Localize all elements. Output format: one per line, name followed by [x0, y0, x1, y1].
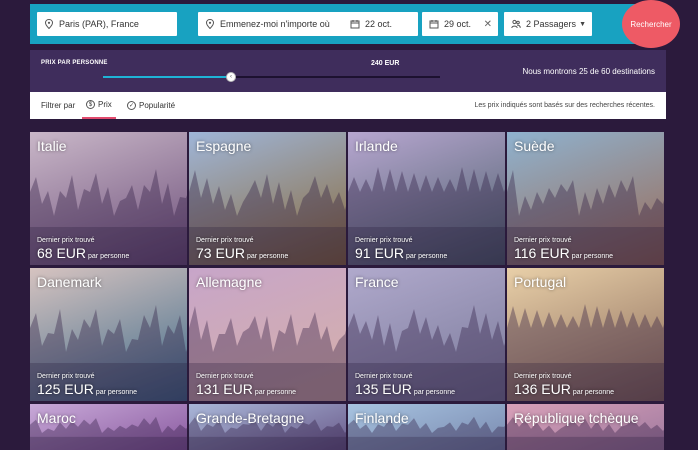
per-person-label: par personne	[572, 389, 615, 396]
users-icon	[510, 18, 522, 30]
destination-name: France	[355, 274, 399, 290]
price-filter-panel: PRIX PAR PERSONNE 240 EUR ‹ Nous montron…	[30, 50, 666, 92]
per-person-label: par personne	[254, 389, 297, 396]
destination-name: Italie	[37, 138, 67, 154]
location-pin-icon	[204, 18, 216, 30]
price-slider-handle[interactable]: ‹	[226, 72, 237, 82]
last-price-label: Dernier prix trouvé	[355, 373, 413, 380]
tab-popularity[interactable]: ✓ Popularité	[127, 92, 175, 119]
destination-tile[interactable]: Finlande	[348, 404, 505, 450]
destination-tile[interactable]: Grande-Bretagne	[189, 404, 346, 450]
destination-name: Maroc	[37, 410, 76, 426]
currency-icon: $	[86, 100, 95, 109]
destination-name: Espagne	[196, 138, 252, 154]
price-note: Les prix indiqués sont basés sur des rec…	[474, 102, 655, 109]
destination-tile[interactable]: Irlande Dernier prix trouvé 91 EUR par pers…	[348, 132, 505, 265]
last-price-label: Dernier prix trouvé	[355, 237, 413, 244]
depart-date: 22 oct.	[365, 19, 393, 29]
per-person-label: par personne	[95, 389, 138, 396]
location-pin-icon	[43, 18, 55, 30]
destination-field[interactable]: Emmenez-moi n'importe où	[198, 12, 366, 36]
destination-name: Allemagne	[196, 274, 263, 290]
chevron-down-icon: ▼	[579, 20, 586, 28]
last-price-label: Dernier prix trouvé	[514, 237, 572, 244]
tab-price-label: Prix	[98, 100, 112, 109]
tab-price[interactable]: $ Prix	[82, 92, 116, 119]
last-price-label: Dernier prix trouvé	[37, 373, 95, 380]
last-price-label: Dernier prix trouvé	[196, 373, 254, 380]
price-amount: 131 EUR	[196, 381, 253, 397]
destination-tile[interactable]: Italie Dernier prix trouvé 68 EUR par perso…	[30, 132, 187, 265]
return-date-field[interactable]: 29 oct. ✕	[422, 12, 498, 36]
origin-field[interactable]: Paris (PAR), France	[37, 12, 177, 36]
destination-tile[interactable]: Allemagne Dernier prix trouvé 131 EUR par p…	[189, 268, 346, 401]
price-amount: 135 EUR	[355, 381, 412, 397]
passengers-select[interactable]: 2 Passagers ▼	[504, 12, 592, 36]
destination-tile[interactable]: Espagne Dernier prix trouvé 73 EUR par pers…	[189, 132, 346, 265]
destination-tile[interactable]: Portugal Dernier prix trouvé 136 EUR par pe…	[507, 268, 664, 401]
search-button[interactable]: Rechercher	[622, 0, 680, 48]
filter-by-label: Filtrer par	[41, 101, 76, 110]
tab-popularity-label: Popularité	[139, 101, 176, 110]
destination-price: 73 EUR par personne	[196, 245, 288, 261]
destination-tile[interactable]: Suède Dernier prix trouvé 116 EUR par perso…	[507, 132, 664, 265]
destination-tile[interactable]: France Dernier prix trouvé 135 EUR par pers…	[348, 268, 505, 401]
price-slider-fill	[103, 76, 232, 78]
destination-price: 68 EUR par personne	[37, 245, 129, 261]
destination-tile[interactable]: Maroc	[30, 404, 187, 450]
per-person-label: par personne	[88, 253, 130, 260]
passengers-value: 2 Passagers	[526, 19, 577, 29]
price-slider-track[interactable]: ‹	[103, 72, 440, 82]
clear-return-icon[interactable]: ✕	[484, 19, 492, 30]
price-amount: 91 EUR	[355, 245, 405, 261]
destination-name: Suède	[514, 138, 555, 154]
return-date: 29 oct.	[444, 19, 472, 29]
price-filter-label: PRIX PAR PERSONNE	[41, 60, 108, 66]
price-amount: 68 EUR	[37, 245, 87, 261]
origin-value: Paris (PAR), France	[59, 19, 139, 29]
destination-price: 125 EUR par personne	[37, 381, 137, 397]
price-filter-value: 240 EUR	[371, 60, 400, 67]
price-amount: 136 EUR	[514, 381, 571, 397]
price-amount: 116 EUR	[514, 245, 570, 261]
destination-name: Irlande	[355, 138, 398, 154]
destination-tile[interactable]: République tchèque	[507, 404, 664, 450]
destination-name: Finlande	[355, 410, 409, 426]
destination-name: Portugal	[514, 274, 567, 290]
check-circle-icon: ✓	[127, 101, 136, 110]
destination-name: Danemark	[37, 274, 102, 290]
per-person-label: par personne	[413, 389, 456, 396]
last-price-label: Dernier prix trouvé	[196, 237, 254, 244]
destination-price: 136 EUR par personne	[514, 381, 614, 397]
per-person-label: par personne	[247, 253, 289, 260]
last-price-label: Dernier prix trouvé	[37, 237, 95, 244]
per-person-label: par personne	[571, 253, 614, 260]
depart-date-field[interactable]: 22 oct.	[343, 12, 418, 36]
destination-price: 135 EUR par personne	[355, 381, 455, 397]
search-bar: Paris (PAR), France Emmenez-moi n'import…	[30, 0, 680, 48]
destination-price: 131 EUR par personne	[196, 381, 296, 397]
calendar-icon	[349, 18, 361, 30]
destination-placeholder: Emmenez-moi n'importe où	[220, 19, 330, 29]
price-amount: 73 EUR	[196, 245, 246, 261]
destination-name: Grande-Bretagne	[196, 410, 305, 426]
last-price-label: Dernier prix trouvé	[514, 373, 572, 380]
calendar-icon	[428, 18, 440, 30]
destination-tile[interactable]: Danemark Dernier prix trouvé 125 EUR par pe…	[30, 268, 187, 401]
per-person-label: par personne	[406, 253, 448, 260]
destination-count: Nous montrons 25 de 60 destinations	[522, 67, 655, 76]
destination-name: République tchèque	[514, 410, 639, 426]
destination-price: 116 EUR par personne	[514, 245, 613, 261]
filter-bar: Filtrer par $ Prix ✓ Popularité Les prix…	[30, 92, 666, 119]
destination-price: 91 EUR par personne	[355, 245, 447, 261]
price-amount: 125 EUR	[37, 381, 94, 397]
